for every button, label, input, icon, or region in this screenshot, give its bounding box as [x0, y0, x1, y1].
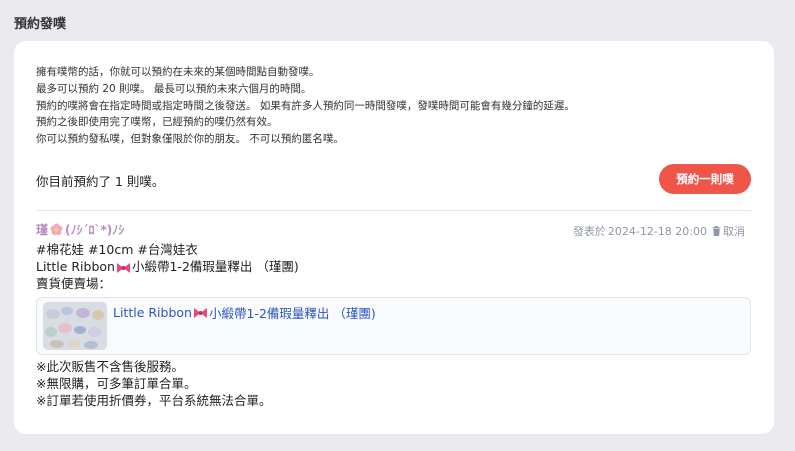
divider: [36, 210, 751, 211]
post-author[interactable]: 瑾 (ﾉｼ´ﾛ`*)ﾉｼ: [36, 221, 124, 238]
author-suffix: (ﾉｼ´ﾛ`*)ﾉｼ: [65, 223, 125, 237]
post-datetime: 2024-12-18 20:00: [607, 224, 707, 238]
post-meta: 發表於 2024-12-18 20:00 取消: [573, 223, 745, 239]
flower-icon: [50, 223, 63, 236]
post-line: #棉花娃 #10cm #台灣娃衣: [36, 242, 198, 257]
trash-icon[interactable]: [712, 226, 721, 236]
posted-label: 發表於: [572, 225, 606, 238]
post-text: Little Ribbon: [36, 259, 115, 274]
link-thumbnail: [43, 302, 107, 350]
info-line: 預約之後即使用完了噗幣，已經預約的噗仍然有效。: [36, 116, 278, 129]
schedule-panel: 擁有噗幣的話，你就可以預約在未來的某個時間點自動發噗。 最多可以預約 20 則噗…: [14, 41, 774, 434]
info-line: 最多可以預約 20 則噗。 最長可以預約未來六個月的時間。: [36, 82, 312, 95]
link-text: 小緞帶1-2備瑕量釋出 （瑾團): [208, 306, 376, 321]
info-line: 你可以預約發私噗，但對象僅限於你的朋友。 不可以預約匿名噗。: [36, 133, 344, 146]
post-line: 賣貨便賣場：: [36, 276, 112, 291]
ribbon-icon: [116, 261, 131, 273]
post-line: Little Ribbon 小緞帶1-2備瑕量釋出 （瑾團): [36, 258, 299, 275]
post-text: 小緞帶1-2備瑕量釋出 （瑾團): [131, 259, 299, 274]
post-line: ※訂單若使用折價券，平台系統無法合單。: [36, 393, 272, 408]
info-text: 擁有噗幣的話，你就可以預約在未來的某個時間點自動發噗。 最多可以預約 20 則噗…: [36, 64, 575, 148]
post-content: #棉花娃 #10cm #台灣娃衣 Little Ribbon 小緞帶1-2備瑕量…: [36, 241, 299, 292]
post-footer: ※此次販售不含售後服務。 ※無限購，可多筆訂單合單。 ※訂單若使用折價券，平台系…: [36, 358, 271, 409]
post-line: ※此次販售不含售後服務。: [36, 359, 184, 374]
link-preview-card[interactable]: Little Ribbon 小緞帶1-2備瑕量釋出 （瑾團): [36, 297, 751, 355]
link-title[interactable]: Little Ribbon 小緞帶1-2備瑕量釋出 （瑾團): [113, 303, 376, 322]
ribbon-icon: [193, 307, 208, 319]
post-line: ※無限購，可多筆訂單合單。: [36, 376, 197, 391]
author-name: 瑾: [36, 223, 49, 237]
section-title: 預約發噗: [14, 17, 67, 32]
info-line: 擁有噗幣的話，你就可以預約在未來的某個時間點自動發噗。: [36, 66, 320, 78]
link-text: Little Ribbon: [113, 305, 192, 320]
scheduled-count: 你目前預約了 1 則噗。: [36, 174, 165, 189]
cancel-button[interactable]: 取消: [723, 223, 745, 239]
info-line: 預約的噗將會在指定時間或指定時間之後發送。 如果有許多人預約同一時間發噗，發噗時…: [36, 99, 575, 112]
schedule-plurk-button[interactable]: 預約一則噗: [659, 164, 751, 194]
post-header: 瑾 (ﾉｼ´ﾛ`*)ﾉｼ 發表於 2024-12-18 20:00 取消: [36, 221, 751, 239]
